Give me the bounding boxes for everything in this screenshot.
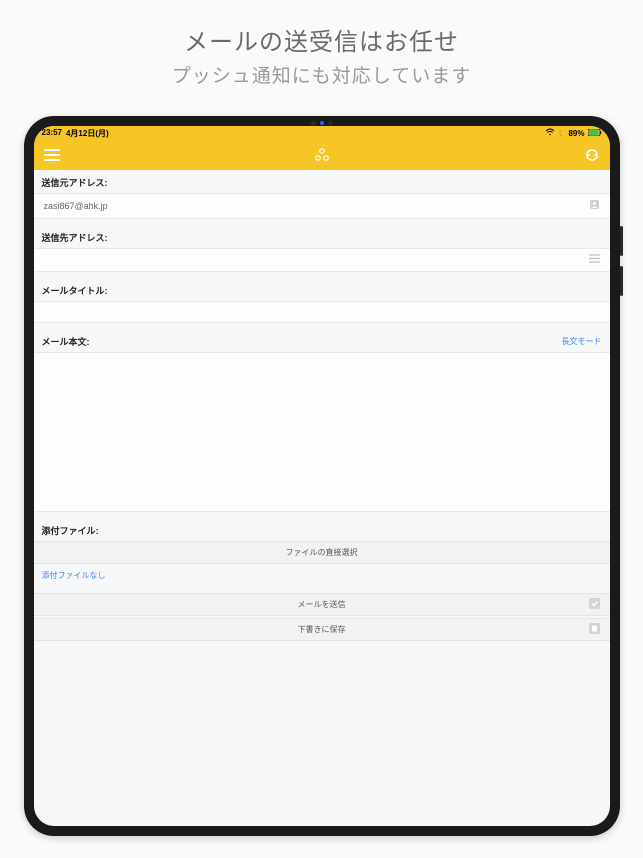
status-date: 4月12日(月) xyxy=(66,128,109,139)
promo-title: メールの送受信はお任せ xyxy=(0,22,643,57)
from-field[interactable] xyxy=(34,193,610,219)
no-attachment-text: 添付ファイルなし xyxy=(34,564,610,587)
to-input[interactable] xyxy=(44,255,589,265)
refresh-button[interactable] xyxy=(584,147,600,163)
save-icon xyxy=(589,623,600,637)
battery-percent: 89% xyxy=(568,129,584,138)
save-draft-label: 下書きに保存 xyxy=(298,625,346,634)
select-file-label: ファイルの直接選択 xyxy=(286,548,358,557)
from-label: 送信元アドレス: xyxy=(34,170,610,193)
promo-header: メールの送受信はお任せ プッシュ通知にも対応しています xyxy=(0,0,643,106)
attachment-label: 添付ファイル: xyxy=(34,518,610,541)
moon-icon: ☾ xyxy=(558,129,565,138)
send-label: メールを送信 xyxy=(298,600,346,609)
to-field[interactable] xyxy=(34,248,610,272)
subject-label: メールタイトル: xyxy=(34,278,610,301)
battery-icon xyxy=(588,129,602,138)
nav-bar xyxy=(34,140,610,170)
app-logo-icon xyxy=(314,147,330,163)
tablet-frame: 23:57 4月12日(月) ☾ 89% xyxy=(24,116,620,836)
compose-form: 送信元アドレス: 送信先アドレス: メールタイトル: xyxy=(34,170,610,641)
menu-button[interactable] xyxy=(44,149,60,161)
body-textarea[interactable] xyxy=(34,353,610,511)
status-time: 23:57 xyxy=(42,128,62,139)
body-field[interactable] xyxy=(34,352,610,512)
send-icon xyxy=(589,598,600,612)
save-draft-button[interactable]: 下書きに保存 xyxy=(34,618,610,641)
wifi-icon xyxy=(545,128,555,138)
long-mode-button[interactable]: 長文モード xyxy=(562,336,602,347)
subject-field[interactable] xyxy=(34,301,610,323)
to-label: 送信先アドレス: xyxy=(34,225,610,248)
select-file-button[interactable]: ファイルの直接選択 xyxy=(34,541,610,564)
body-label: メール本文: xyxy=(42,335,90,348)
from-input[interactable] xyxy=(44,201,589,211)
status-bar: 23:57 4月12日(月) ☾ 89% xyxy=(34,126,610,140)
list-icon[interactable] xyxy=(589,254,600,266)
subject-input[interactable] xyxy=(44,307,600,317)
screen: 23:57 4月12日(月) ☾ 89% xyxy=(34,126,610,826)
promo-subtitle: プッシュ通知にも対応しています xyxy=(0,61,643,88)
tablet-side-buttons xyxy=(620,226,623,306)
send-button[interactable]: メールを送信 xyxy=(34,593,610,616)
contact-icon[interactable] xyxy=(589,199,600,213)
